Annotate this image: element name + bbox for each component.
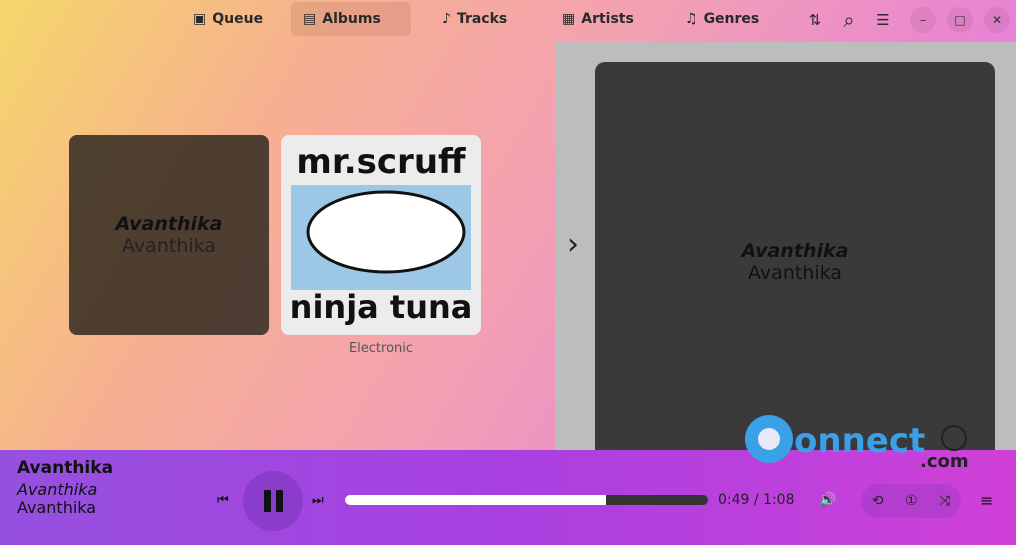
detail-title: Avanthika: [741, 240, 849, 262]
artist-icon: ▦: [562, 11, 576, 27]
tab-albums[interactable]: ▤ Albums: [291, 2, 411, 36]
repeat-icon[interactable]: ⟲: [872, 493, 884, 509]
note-icon: ♪: [442, 11, 451, 27]
album-title: Avanthika: [115, 213, 223, 235]
tab-label: Albums: [322, 11, 381, 27]
tab-genres[interactable]: ♫ Genres: [673, 2, 771, 36]
header-bar: ▣ Queue ▤ Albums ♪ Tracks ▦ Artists ♫ Genres …: [0, 0, 1016, 38]
art-text-top: mr.scruff: [296, 142, 466, 182]
album-detail-panel: › Avanthika Avanthika: [555, 42, 1016, 462]
album-cover-large: Avanthika Avanthika: [595, 62, 995, 462]
playback-mode-group: ⟲ ① ⤨: [861, 484, 961, 518]
pause-icon: [275, 490, 283, 512]
art-text-bottom: ninja tuna: [290, 288, 473, 326]
album-icon: ▤: [303, 11, 317, 27]
track-artist: Avanthika: [17, 498, 97, 517]
pause-button[interactable]: [243, 471, 303, 531]
music-icon: ♫: [685, 11, 698, 27]
queue-icon: ▣: [193, 11, 207, 27]
tab-label: Queue: [212, 11, 264, 27]
album-artist: Avanthika: [122, 235, 216, 257]
album-card-cover[interactable]: mr.scruff ninja tuna: [281, 135, 481, 335]
tab-label: Artists: [581, 11, 634, 27]
svg-text:.com: .com: [920, 451, 969, 472]
menu-icon[interactable]: ☰: [871, 8, 895, 32]
svg-text:onnect: onnect: [794, 421, 925, 461]
tab-artists[interactable]: ▦ Artists: [550, 2, 646, 36]
progress-fill: [345, 495, 607, 505]
search-icon[interactable]: ⌕: [837, 8, 861, 32]
album-art: mr.scruff ninja tuna: [290, 142, 473, 326]
track-title: Avanthika: [17, 458, 114, 478]
repeat-one-icon[interactable]: ①: [905, 493, 918, 509]
time-display: 0:49 / 1:08: [718, 492, 795, 508]
volume-icon[interactable]: 🔊: [819, 492, 836, 508]
chevron-right-icon[interactable]: ›: [567, 227, 579, 262]
detail-artist: Avanthika: [748, 262, 842, 284]
album-card[interactable]: Avanthika Avanthika: [69, 135, 269, 335]
previous-icon[interactable]: ⏮: [217, 493, 229, 508]
pause-icon: [263, 490, 271, 512]
maximize-button[interactable]: □: [947, 7, 973, 33]
album-genre: Electronic: [348, 341, 414, 356]
minimize-button[interactable]: –: [910, 7, 936, 33]
queue-list-icon[interactable]: ≡: [980, 491, 993, 510]
tab-label: Genres: [703, 11, 760, 27]
close-button[interactable]: ✕: [984, 7, 1010, 33]
next-icon[interactable]: ⏭: [312, 493, 324, 508]
tab-tracks[interactable]: ♪ Tracks: [430, 2, 519, 36]
progress-slider[interactable]: [345, 495, 708, 505]
shuffle-icon[interactable]: ⤨: [939, 493, 950, 509]
track-album: Avanthika: [17, 480, 98, 499]
tab-queue[interactable]: ▣ Queue: [181, 2, 275, 36]
tab-label: Tracks: [456, 11, 508, 27]
watermark-logo: onnect .com: [742, 412, 972, 482]
sort-icon[interactable]: ⇅: [803, 8, 827, 32]
